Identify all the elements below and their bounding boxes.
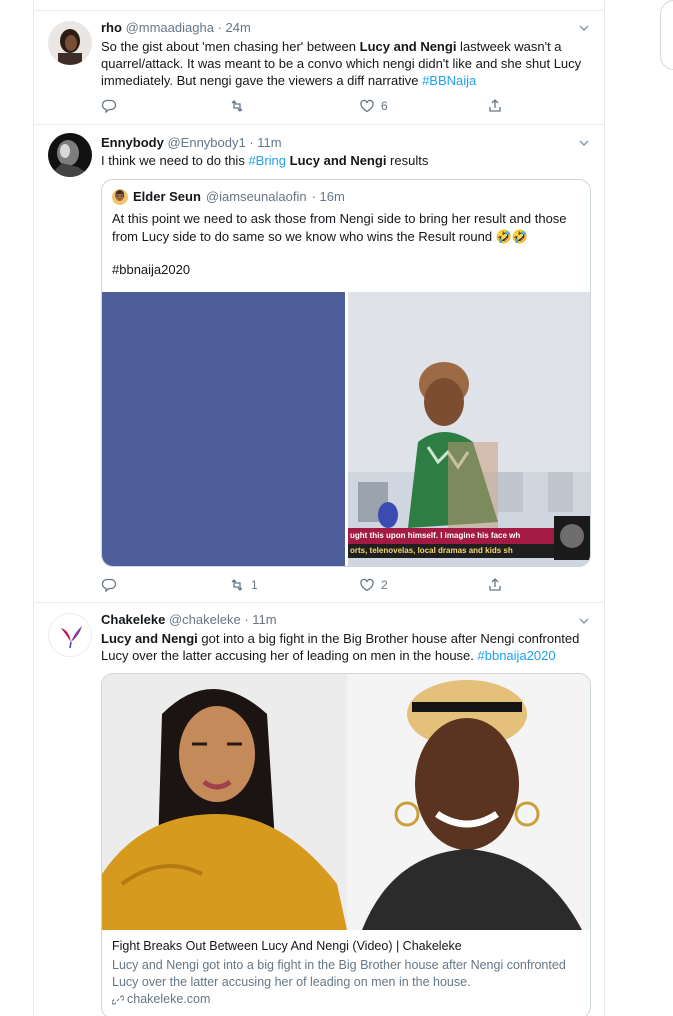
text-segment: So the gist about 'men chasing her' betw… bbox=[101, 39, 360, 54]
author-handle[interactable]: @chakeleke bbox=[169, 612, 241, 627]
card-image[interactable] bbox=[102, 674, 590, 930]
card-title[interactable]: Fight Breaks Out Between Lucy And Nengi … bbox=[112, 938, 582, 955]
author-name[interactable]: rho bbox=[101, 20, 122, 35]
share-button[interactable] bbox=[487, 97, 503, 115]
tweet-text: So the gist about 'men chasing her' betw… bbox=[101, 38, 591, 89]
share-button[interactable] bbox=[487, 576, 503, 594]
card-domain-text: chakeleke.com bbox=[127, 992, 211, 1006]
quoted-hashtag: #bbnaija2020 bbox=[112, 262, 191, 277]
card-description: Lucy and Nengi got into a big fight in t… bbox=[112, 958, 566, 989]
timeline: rho @mmaadiagha · 24m So the gist about … bbox=[33, 0, 605, 1016]
hashtag-link[interactable]: #bbnaija2020 bbox=[478, 648, 556, 663]
chevron-down-icon[interactable] bbox=[578, 137, 590, 149]
heart-icon bbox=[360, 578, 374, 592]
retweet-button[interactable]: 1 bbox=[229, 576, 258, 594]
video-caption-line-1: ught this upon himself. I imagine his fa… bbox=[350, 531, 521, 540]
quoted-text: At this point we need to ask those from … bbox=[112, 211, 567, 244]
link-card[interactable]: Fight Breaks Out Between Lucy And Nengi … bbox=[101, 673, 591, 1016]
retweet-count: 1 bbox=[251, 578, 258, 592]
quoted-author-handle[interactable]: @iamseunalaofin bbox=[206, 188, 307, 205]
avatar[interactable] bbox=[48, 21, 92, 65]
quoted-tweet[interactable]: 👨🏾 Elder Seun @iamseunalaofin · 16m At t… bbox=[101, 179, 591, 567]
chevron-down-icon[interactable] bbox=[578, 615, 590, 627]
link-icon bbox=[112, 994, 124, 1005]
window-edge bbox=[660, 0, 673, 70]
text-highlight: Lucy and Nengi bbox=[101, 631, 198, 646]
retweet-icon bbox=[231, 579, 243, 591]
timestamp[interactable]: · 11m bbox=[244, 612, 276, 627]
reply-icon bbox=[101, 99, 117, 114]
retweet-button[interactable] bbox=[229, 97, 251, 115]
reply-icon bbox=[101, 578, 117, 593]
hashtag-link[interactable]: #BBNaija bbox=[422, 73, 476, 88]
like-button[interactable]: 2 bbox=[359, 576, 388, 594]
text-segment: results bbox=[386, 153, 429, 168]
quoted-avatar[interactable]: 👨🏾 bbox=[112, 188, 128, 205]
timestamp[interactable]: · 24m bbox=[218, 20, 251, 35]
quoted-timestamp[interactable]: · 16m bbox=[312, 188, 345, 205]
share-icon bbox=[489, 99, 501, 112]
video-caption-line-2: orts, telenovelas, local dramas and kids… bbox=[350, 546, 513, 555]
tweet-text: I think we need to do this #Bring Lucy a… bbox=[101, 152, 591, 169]
text-highlight: Lucy and Nengi bbox=[289, 153, 387, 168]
like-count: 2 bbox=[381, 578, 388, 592]
like-count: 6 bbox=[381, 99, 388, 113]
author-name[interactable]: Chakeleke bbox=[101, 612, 165, 627]
tweet[interactable]: Ennybody @Ennybody1 · 11m I think we nee… bbox=[34, 124, 604, 602]
share-icon bbox=[489, 578, 501, 591]
heart-icon bbox=[360, 99, 374, 113]
chevron-down-icon[interactable] bbox=[578, 22, 590, 34]
avatar[interactable] bbox=[48, 133, 92, 177]
tweet[interactable]: Chakeleke @chakeleke · 11m Lucy and Neng… bbox=[34, 602, 604, 1016]
tweet-actions: 1 2 bbox=[101, 576, 521, 594]
quoted-author-name[interactable]: Elder Seun bbox=[133, 188, 201, 205]
hashtag-link[interactable]: #Bring bbox=[248, 153, 286, 168]
author-handle[interactable]: @Ennybody1 bbox=[167, 135, 245, 150]
tweet[interactable]: rho @mmaadiagha · 24m So the gist about … bbox=[34, 10, 604, 122]
media-photo[interactable]: ught this upon himself. I imagine his fa… bbox=[348, 292, 590, 566]
card-domain[interactable]: chakeleke.com bbox=[112, 991, 582, 1008]
text-highlight: Lucy and Nengi bbox=[359, 39, 457, 54]
retweet-icon bbox=[231, 100, 243, 112]
tweet-actions: 6 bbox=[101, 97, 521, 115]
timestamp[interactable]: · 11m bbox=[249, 135, 281, 150]
avatar[interactable] bbox=[48, 613, 92, 657]
like-button[interactable]: 6 bbox=[359, 97, 388, 115]
reply-button[interactable] bbox=[101, 576, 117, 594]
tweet-text: Lucy and Nengi got into a big fight in t… bbox=[101, 630, 591, 664]
author-handle[interactable]: @mmaadiagha bbox=[126, 20, 214, 35]
media-blue-panel[interactable] bbox=[102, 292, 345, 566]
text-segment: I think we need to do this bbox=[101, 153, 249, 168]
quoted-media[interactable]: ught this upon himself. I imagine his fa… bbox=[102, 292, 590, 566]
reply-button[interactable] bbox=[101, 97, 117, 115]
author-name[interactable]: Ennybody bbox=[101, 135, 164, 150]
